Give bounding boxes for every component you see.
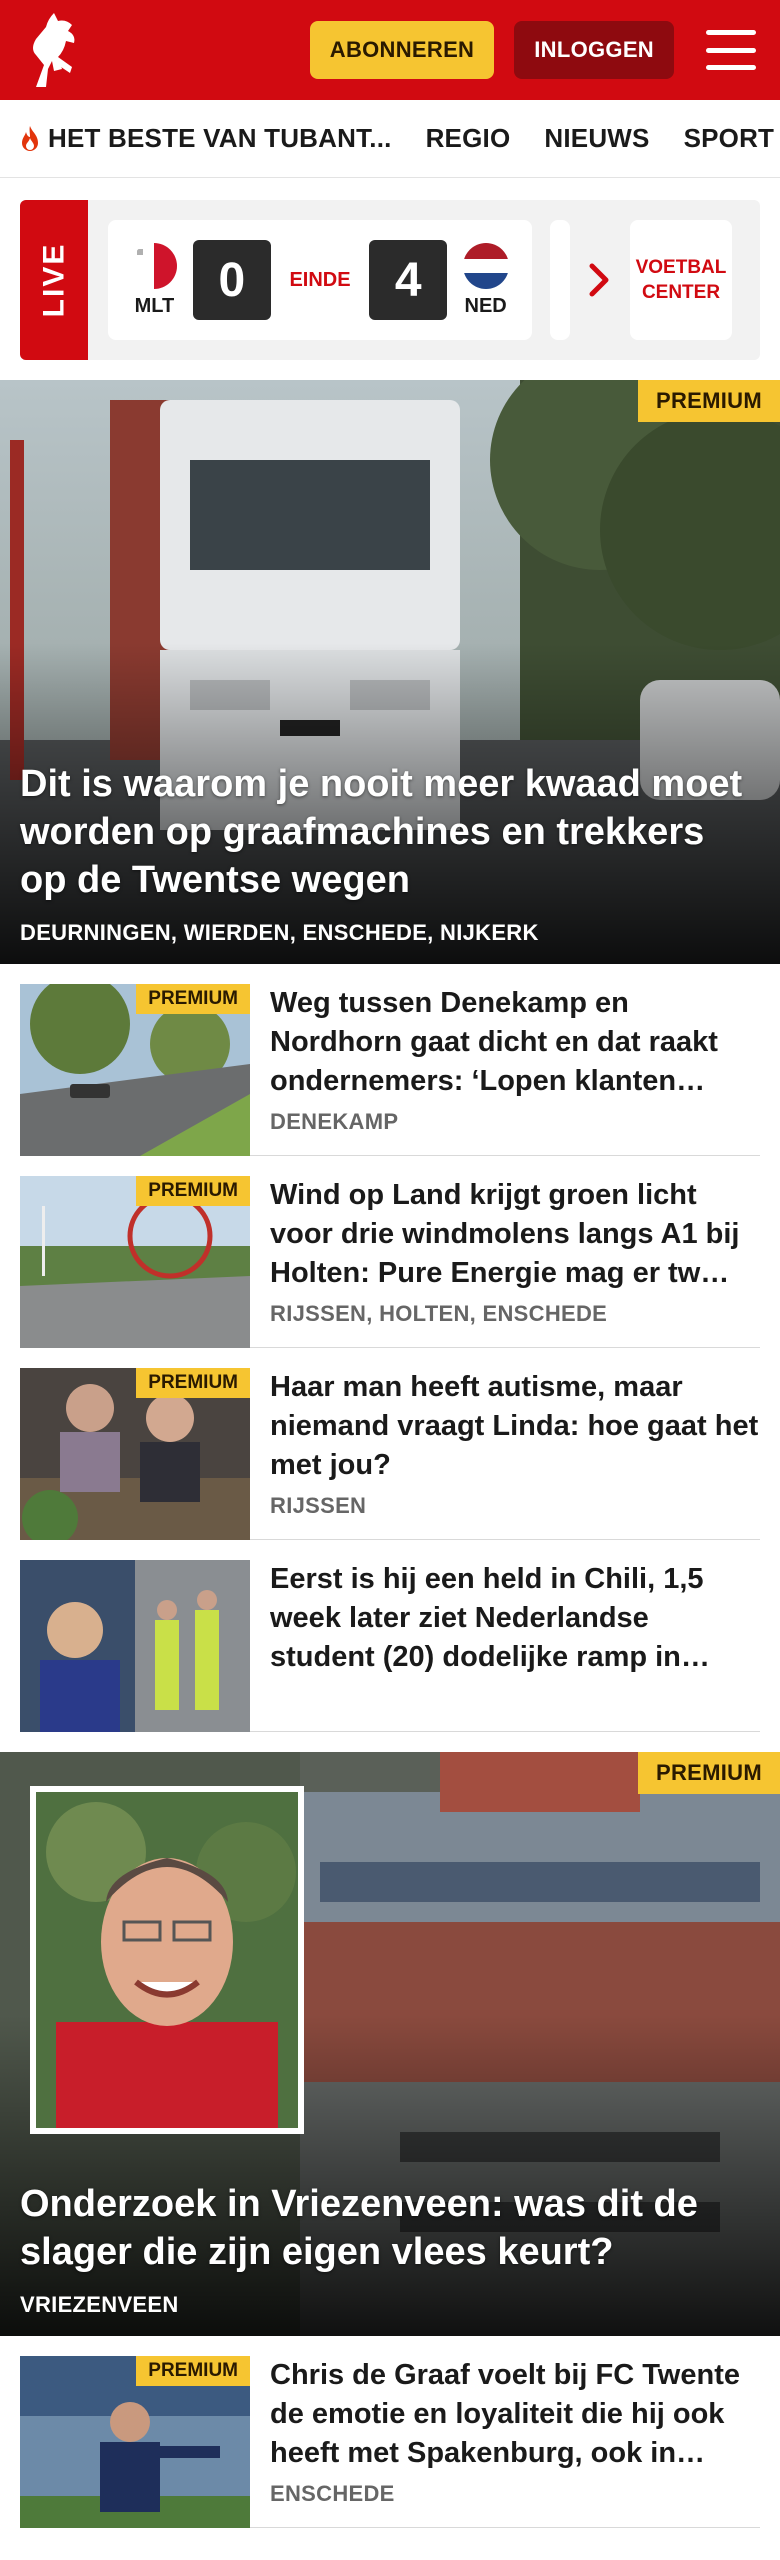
article-location: RIJSSEN, HOLTEN, ENSCHEDE	[270, 1301, 608, 1326]
nav-label: HET BESTE VAN TUBANT...	[48, 123, 392, 153]
malta-flag-icon	[131, 242, 178, 289]
match-status: EINDE	[289, 268, 351, 291]
article-location: ENSCHEDE	[270, 2481, 395, 2506]
article-title[interactable]: Chris de Graaf voelt bij FC Twente de em…	[270, 2356, 760, 2473]
article-list-2: PREMIUM Chris de Graaf voelt bij FC Twen…	[0, 2336, 780, 2528]
article-thumbnail: PREMIUM	[20, 2356, 250, 2528]
away-score: 4	[369, 240, 448, 320]
flame-icon	[16, 124, 44, 154]
article-list: PREMIUM Weg tussen Denekamp en Nordhorn …	[0, 964, 780, 1732]
live-tag: LIVE	[20, 200, 88, 360]
hero-text: Dit is waarom je nooit meer kwaad moet w…	[20, 760, 760, 946]
home-team-code: MLT	[134, 294, 175, 317]
main-nav: HET BESTE VAN TUBANT... REGIO NIEUWS SPO…	[0, 100, 780, 178]
menu-icon[interactable]	[706, 30, 756, 70]
article-thumbnail: PREMIUM	[20, 984, 250, 1156]
home-score: 0	[192, 240, 271, 320]
nav-item-best-of[interactable]: HET BESTE VAN TUBANT...	[16, 123, 392, 154]
hero-title[interactable]: Onderzoek in Vriezenveen: was dit de sla…	[20, 2180, 760, 2276]
nav-item-nieuws[interactable]: NIEUWS	[544, 123, 649, 154]
article-location: DENEKAMP	[270, 1109, 399, 1134]
article-location: RIJSSEN	[270, 1493, 367, 1518]
premium-badge: PREMIUM	[136, 1368, 250, 1398]
nav-item-regio[interactable]: REGIO	[426, 123, 511, 154]
live-score-widget: LIVE MLT 0 EINDE 4 NED VOETBAL CENTER	[20, 200, 760, 360]
article-title[interactable]: Eerst is hij een held in Chili, 1,5 week…	[270, 1560, 760, 1677]
list-item[interactable]: PREMIUM Wind op Land krijgt groen licht …	[20, 1156, 760, 1348]
voetbal-center-link[interactable]: VOETBAL CENTER	[630, 220, 732, 340]
list-item[interactable]: Eerst is hij een held in Chili, 1,5 week…	[20, 1540, 760, 1732]
match-card[interactable]: MLT 0 EINDE 4 NED	[108, 220, 532, 340]
tubantia-horse-logo[interactable]	[20, 7, 86, 93]
list-item[interactable]: PREMIUM Weg tussen Denekamp en Nordhorn …	[20, 964, 760, 1156]
portrait-photo	[30, 1786, 304, 2134]
premium-badge: PREMIUM	[136, 984, 250, 1014]
premium-badge: PREMIUM	[136, 2356, 250, 2386]
premium-badge: PREMIUM	[638, 380, 780, 422]
list-item[interactable]: PREMIUM Chris de Graaf voelt bij FC Twen…	[20, 2336, 760, 2528]
article-title[interactable]: Weg tussen Denekamp en Nordhorn gaat dic…	[270, 984, 760, 1101]
netherlands-flag-icon	[462, 242, 509, 289]
hero-title[interactable]: Dit is waarom je nooit meer kwaad moet w…	[20, 760, 760, 904]
chevron-right-icon[interactable]	[570, 263, 630, 297]
hero-article-2[interactable]: PREMIUM Onderzoek in Vriezenveen: was di…	[0, 1752, 780, 2336]
premium-badge: PREMIUM	[136, 1176, 250, 1206]
next-match-card-edge[interactable]	[550, 220, 570, 340]
hero-location: VRIEZENVEEN	[20, 2292, 179, 2317]
article-thumbnail: PREMIUM	[20, 1368, 250, 1540]
top-header: ABONNEREN INLOGGEN	[0, 0, 780, 100]
nav-item-sport[interactable]: SPORT	[684, 123, 775, 154]
hero-location: DEURNINGEN, WIERDEN, ENSCHEDE, NIJKERK	[20, 920, 539, 945]
premium-badge: PREMIUM	[638, 1752, 780, 1794]
article-thumbnail: PREMIUM	[20, 1176, 250, 1348]
hero-article[interactable]: PREMIUM Dit is waarom je nooit meer kwaa…	[0, 380, 780, 964]
article-title[interactable]: Haar man heeft autisme, maar niemand vra…	[270, 1368, 760, 1485]
home-team: MLT	[128, 242, 181, 318]
away-team-code: NED	[464, 294, 507, 317]
article-thumbnail	[20, 1560, 250, 1732]
hero-text: Onderzoek in Vriezenveen: was dit de sla…	[20, 2180, 760, 2318]
list-item[interactable]: PREMIUM Haar man heeft autisme, maar nie…	[20, 1348, 760, 1540]
away-team: NED	[459, 242, 512, 318]
login-button[interactable]: INLOGGEN	[514, 21, 674, 79]
subscribe-button[interactable]: ABONNEREN	[309, 21, 495, 79]
article-title[interactable]: Wind op Land krijgt groen licht voor dri…	[270, 1176, 760, 1293]
